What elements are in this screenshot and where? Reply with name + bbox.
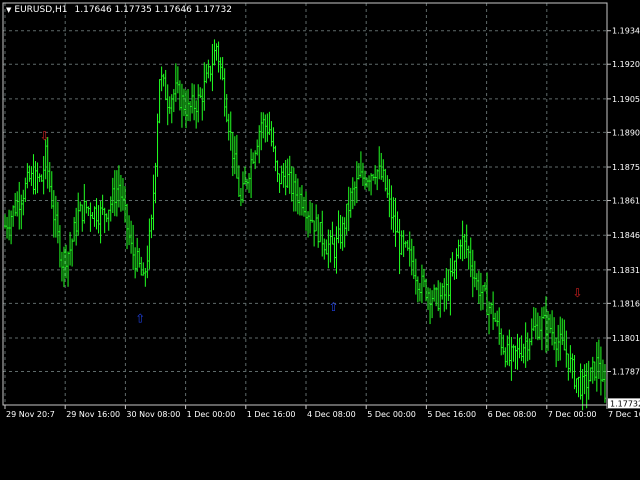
chart-header: ▼ EURUSD,H1 1.17646 1.17735 1.17646 1.17… — [6, 5, 232, 15]
signal-markers: ⇩ ⇧ ⇧ ⇩ — [40, 129, 583, 326]
sell-arrow-icon: ⇩ — [572, 286, 582, 300]
x-tick-label: 7 Dec 16:00 — [608, 410, 640, 419]
ohlc-values: 1.17646 1.17735 1.17646 1.17732 — [74, 5, 232, 15]
y-tick-label: 1.19200 — [612, 60, 640, 69]
x-tick-label: 4 Dec 08:00 — [307, 410, 356, 419]
x-tick-label: 6 Dec 08:00 — [488, 410, 537, 419]
chart-window[interactable]: ⇩ ⇧ ⇧ ⇩ 1.19345 1.19200 1.19050 1.18905 1.18755… — [0, 0, 640, 480]
x-tick-label: 5 Dec 16:00 — [427, 410, 476, 419]
chart-frame — [2, 2, 608, 406]
grid — [3, 3, 608, 405]
plot-border — [2, 2, 608, 406]
x-tick-label: 5 Dec 00:00 — [367, 410, 416, 419]
price-axis[interactable]: 1.19345 1.19200 1.19050 1.18905 1.18755 1.186… — [607, 27, 640, 409]
y-tick-label: 1.18610 — [612, 197, 640, 206]
x-tick-label: 1 Dec 00:00 — [187, 410, 236, 419]
y-tick-label: 1.18015 — [612, 334, 640, 343]
current-price-label: 1.17732 — [610, 399, 640, 408]
x-tick-label: 7 Dec 00:00 — [548, 410, 597, 419]
triangle-down-icon[interactable]: ▼ — [6, 6, 11, 14]
y-tick-label: 1.18755 — [612, 163, 640, 172]
y-tick-label: 1.18310 — [612, 266, 640, 275]
x-tick-label: 30 Nov 08:00 — [126, 410, 180, 419]
buy-arrow-icon: ⇧ — [328, 300, 338, 314]
time-axis[interactable]: 29 Nov 20:7 29 Nov 16:00 30 Nov 08:00 1 Dec… — [4, 405, 640, 419]
x-tick-label: 29 Nov 20:7 — [6, 410, 55, 419]
sell-arrow-icon: ⇩ — [40, 129, 50, 143]
price-chart[interactable]: ⇩ ⇧ ⇧ ⇩ 1.19345 1.19200 1.19050 1.18905 1.18755… — [0, 0, 640, 480]
x-tick-label: 29 Nov 16:00 — [66, 410, 120, 419]
buy-arrow-icon: ⇧ — [135, 311, 145, 325]
y-tick-label: 1.19345 — [612, 27, 640, 36]
y-tick-label: 1.18165 — [612, 299, 640, 308]
ohlc-bars — [4, 39, 606, 411]
y-tick-label: 1.17870 — [612, 368, 640, 377]
symbol-label: EURUSD,H1 — [14, 5, 68, 15]
y-tick-label: 1.19050 — [612, 95, 640, 104]
y-tick-label: 1.18905 — [612, 128, 640, 137]
x-tick-label: 1 Dec 16:00 — [247, 410, 296, 419]
y-tick-label: 1.18460 — [612, 231, 640, 240]
